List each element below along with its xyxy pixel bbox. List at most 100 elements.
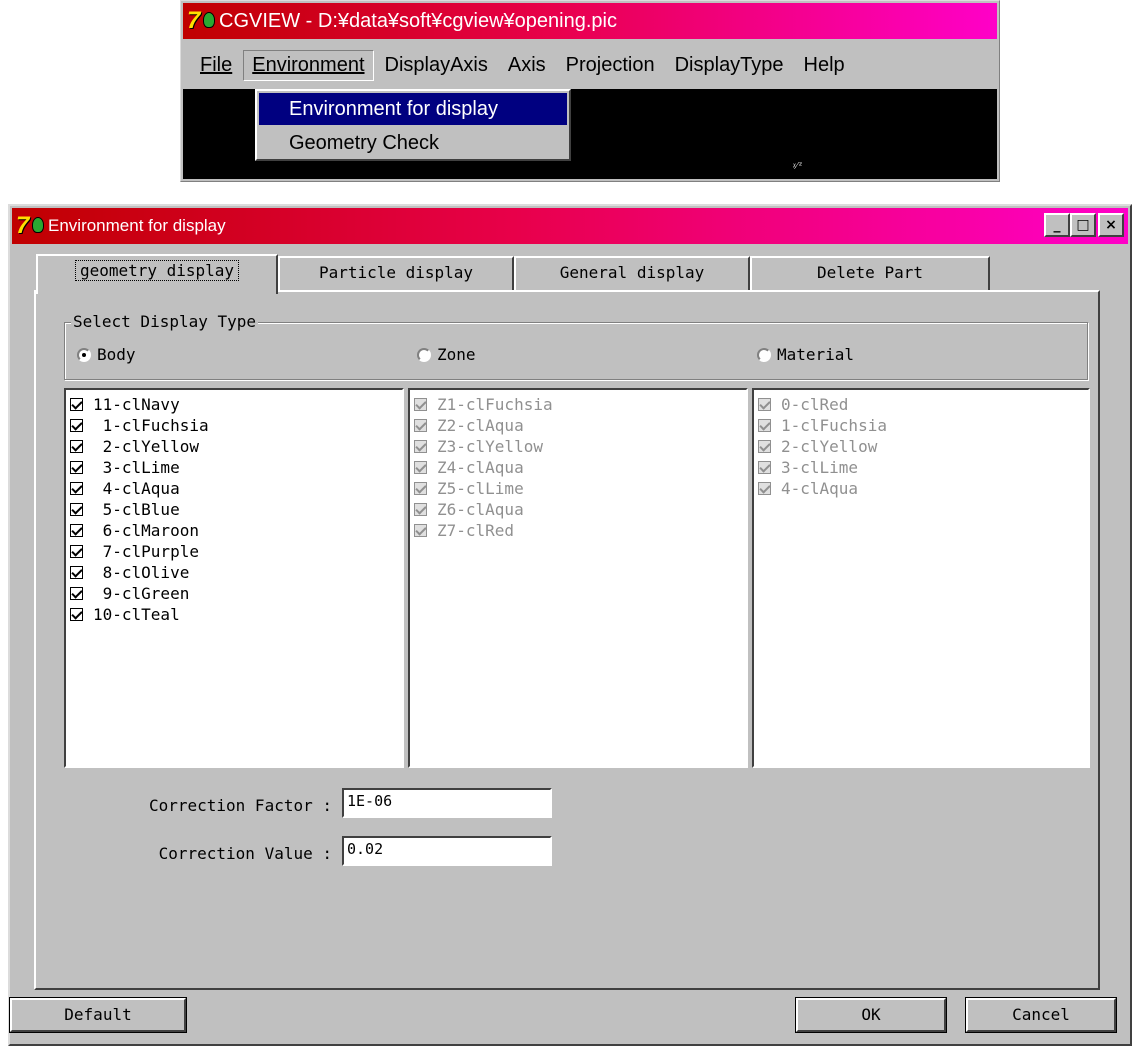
dialog-title-bar[interactable]: 7 Environment for display _ □ × (12, 208, 1128, 244)
list-item: 3-clLime (756, 457, 1088, 478)
list-item[interactable]: 9-clGreen (68, 583, 402, 604)
menu-help[interactable]: Help (795, 50, 854, 81)
menu-bar: File Environment DisplayAxis Axis Projec… (183, 41, 997, 89)
tab-geometry-display[interactable]: geometry display (36, 254, 278, 294)
list-item[interactable]: 2-clYellow (68, 436, 402, 457)
checkbox-checked-icon[interactable] (70, 545, 83, 558)
checkbox-checked-icon (414, 524, 427, 537)
list-item[interactable]: 1-clFuchsia (68, 415, 402, 436)
menu-item-environment-for-display[interactable]: Environment for display (259, 93, 567, 125)
list-item-label: 11-clNavy (93, 395, 180, 414)
list-item-label: Z5-clLime (437, 479, 524, 498)
environment-dialog: 7 Environment for display _ □ × geometry… (8, 204, 1132, 1046)
list-item-label: Z1-clFuchsia (437, 395, 553, 414)
menu-file[interactable]: File (191, 50, 241, 81)
geometry-display-panel: Select Display Type Body Zone Material 1… (34, 290, 1100, 990)
tab-delete-part-label: Delete Part (817, 263, 923, 282)
checkbox-checked-icon[interactable] (70, 524, 83, 537)
list-item-label: Z3-clYellow (437, 437, 543, 456)
close-button[interactable]: × (1098, 213, 1124, 237)
radio-material[interactable]: Material (757, 345, 854, 364)
tab-particle-display[interactable]: Particle display (278, 256, 514, 290)
list-item-label: 9-clGreen (93, 584, 190, 603)
checkbox-checked-icon[interactable] (70, 587, 83, 600)
radio-checked-icon (77, 347, 91, 362)
checkbox-checked-icon (758, 398, 771, 411)
checkbox-checked-icon[interactable] (70, 608, 83, 621)
list-item: 2-clYellow (756, 436, 1088, 457)
correction-value-input[interactable]: 0.02 (342, 836, 552, 866)
list-item-label: Z4-clAqua (437, 458, 524, 477)
checkbox-checked-icon[interactable] (70, 440, 83, 453)
cgview-main-window: 7 CGVIEW - D:¥data¥soft¥cgview¥opening.p… (180, 0, 1000, 182)
checkbox-checked-icon (414, 482, 427, 495)
body-checklist[interactable]: 11-clNavy 1-clFuchsia 2-clYellow 3-clLim… (64, 388, 404, 768)
menu-item-geometry-check[interactable]: Geometry Check (259, 127, 567, 159)
list-item[interactable]: 8-clOlive (68, 562, 402, 583)
list-item-label: 0-clRed (781, 395, 849, 414)
list-item-label: 1-clFuchsia (781, 416, 887, 435)
menu-projection[interactable]: Projection (557, 50, 664, 81)
list-item: Z3-clYellow (412, 436, 746, 457)
radio-body-label: Body (97, 345, 136, 364)
list-item-label: 2-clYellow (93, 437, 199, 456)
list-item-label: Z7-clRed (437, 521, 515, 540)
default-button[interactable]: Default (9, 997, 187, 1033)
radio-zone[interactable]: Zone (417, 345, 476, 364)
list-item[interactable]: 11-clNavy (68, 394, 402, 415)
menu-displayaxis[interactable]: DisplayAxis (376, 50, 497, 81)
checkbox-checked-icon[interactable] (70, 503, 83, 516)
list-item[interactable]: 3-clLime (68, 457, 402, 478)
radio-unchecked-icon (417, 347, 431, 362)
list-item: Z2-clAqua (412, 415, 746, 436)
tab-geometry-display-label: geometry display (74, 260, 240, 281)
group-legend: Select Display Type (71, 312, 259, 331)
list-item[interactable]: 5-clBlue (68, 499, 402, 520)
checkbox-checked-icon[interactable] (70, 566, 83, 579)
list-item: 0-clRed (756, 394, 1088, 415)
select-display-type-group: Select Display Type Body Zone Material (64, 312, 1088, 380)
list-item-label: 7-clPurple (93, 542, 199, 561)
checkbox-checked-icon (758, 482, 771, 495)
environment-dropdown-menu: Environment for display Geometry Check (255, 89, 571, 161)
checkbox-checked-icon (758, 419, 771, 432)
maximize-button[interactable]: □ (1070, 213, 1096, 237)
list-item-label: 10-clTeal (93, 605, 180, 624)
list-item-label: 6-clMaroon (93, 521, 199, 540)
checkbox-checked-icon (414, 419, 427, 432)
main-title-bar[interactable]: 7 CGVIEW - D:¥data¥soft¥cgview¥opening.p… (183, 3, 997, 39)
axis-indicator-icon: ᵡ⁄ᶻ (793, 161, 804, 172)
list-item: Z5-clLime (412, 478, 746, 499)
radio-zone-label: Zone (437, 345, 476, 364)
minimize-button[interactable]: _ (1044, 213, 1070, 237)
tab-particle-display-label: Particle display (318, 263, 474, 282)
app-logo-icon: 7 (187, 8, 215, 34)
radio-material-label: Material (777, 345, 855, 364)
ok-button[interactable]: OK (795, 997, 947, 1033)
correction-factor-input[interactable]: 1E-06 (342, 788, 552, 818)
list-item: Z1-clFuchsia (412, 394, 746, 415)
menu-axis[interactable]: Axis (499, 50, 555, 81)
checkbox-checked-icon (414, 440, 427, 453)
checkbox-checked-icon (758, 461, 771, 474)
menu-displaytype[interactable]: DisplayType (666, 50, 793, 81)
dialog-title: Environment for display (48, 216, 226, 235)
checkbox-checked-icon[interactable] (70, 461, 83, 474)
checkbox-checked-icon[interactable] (70, 482, 83, 495)
menu-environment[interactable]: Environment (243, 49, 374, 81)
radio-body[interactable]: Body (77, 345, 136, 364)
list-item[interactable]: 10-clTeal (68, 604, 402, 625)
cancel-button[interactable]: Cancel (965, 997, 1117, 1033)
correction-value-label: Correction Value : (158, 844, 332, 863)
list-item[interactable]: 6-clMaroon (68, 520, 402, 541)
tab-general-display-label: General display (559, 263, 705, 282)
main-window-title: CGVIEW - D:¥data¥soft¥cgview¥opening.pic (219, 9, 617, 32)
list-item[interactable]: 4-clAqua (68, 478, 402, 499)
window-controls: _ □ × (1044, 213, 1124, 237)
checkbox-checked-icon[interactable] (70, 398, 83, 411)
list-item-label: 4-clAqua (781, 479, 859, 498)
checkbox-checked-icon[interactable] (70, 419, 83, 432)
tab-delete-part[interactable]: Delete Part (750, 256, 990, 290)
list-item[interactable]: 7-clPurple (68, 541, 402, 562)
tab-general-display[interactable]: General display (514, 256, 750, 290)
